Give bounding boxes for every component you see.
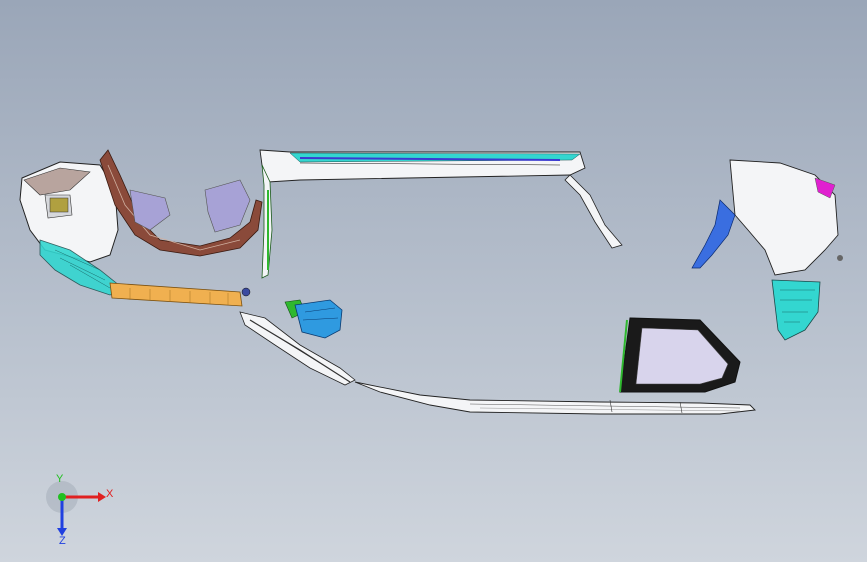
x-axis-label: X: [106, 488, 114, 500]
rear-quarter-glass[interactable]: [619, 317, 741, 393]
y-axis-label: Y: [56, 473, 64, 485]
axis-triad[interactable]: X Y Z: [40, 473, 120, 550]
x-axis-arrowhead: [98, 492, 106, 502]
cad-viewport[interactable]: X Y Z: [0, 0, 867, 562]
y-axis-dot: [58, 493, 66, 501]
side-mirror[interactable]: [284, 299, 343, 339]
roof-rail[interactable]: [259, 149, 623, 249]
mud-flaps[interactable]: [129, 179, 251, 233]
model-canvas[interactable]: [0, 0, 867, 562]
z-axis-label: Z: [59, 535, 66, 547]
rear-bumper-corner[interactable]: [691, 159, 843, 341]
rocker-beam[interactable]: [109, 282, 251, 307]
